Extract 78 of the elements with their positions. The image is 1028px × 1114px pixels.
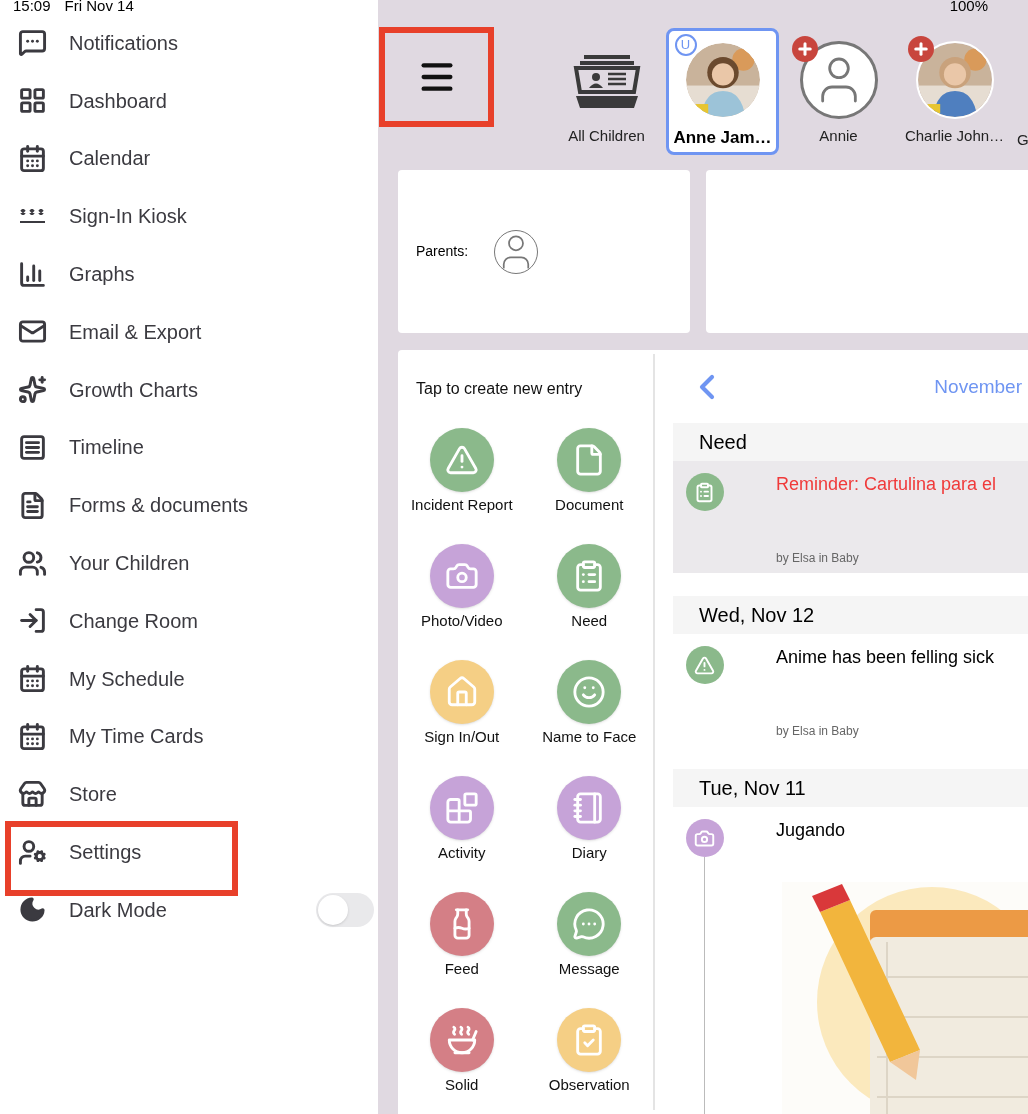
sidebar-item[interactable]: Forms & documents xyxy=(18,490,248,521)
child-tab[interactable]: All Children xyxy=(550,28,663,155)
battery-text: 100% xyxy=(949,0,988,16)
entry-type-button[interactable]: Name to Face xyxy=(525,660,653,769)
entry-title: Jugando xyxy=(776,819,847,842)
clipboard-icon xyxy=(694,481,715,503)
sidebar-item[interactable]: My Time Cards xyxy=(18,721,204,752)
sidebar-item[interactable]: Email & Export xyxy=(18,316,202,347)
entry-type-button[interactable]: Photo/Video xyxy=(398,544,526,653)
sidebar-item[interactable]: Notifications xyxy=(18,27,178,58)
sidebar-item[interactable]: Graphs xyxy=(18,259,135,290)
entry-type-button[interactable]: Observation xyxy=(525,1008,653,1114)
sparkle-icon xyxy=(18,375,47,405)
entry-byline: by Elsa in Baby xyxy=(776,550,860,567)
user-badge: U xyxy=(674,34,697,56)
timeline-entry[interactable]: Reminder: Cartulina para el by Elsa in Baby xyxy=(673,461,1028,573)
sidebar-item[interactable]: My Schedule xyxy=(18,663,185,694)
grid-icon xyxy=(18,86,47,116)
section-header: Tue, Nov 11 xyxy=(673,769,1028,807)
status-date: Fri Nov 14 xyxy=(64,0,134,16)
entry-type-button[interactable]: Message xyxy=(525,892,653,1001)
plus-badge-icon xyxy=(791,36,818,62)
sidebar-item[interactable]: Calendar xyxy=(18,143,151,174)
child-name: All Children xyxy=(568,126,645,146)
sidebar-item[interactable]: Growth Charts xyxy=(18,374,198,405)
month-title: November xyxy=(934,374,1022,399)
smiley-icon xyxy=(572,675,607,709)
blocks-icon xyxy=(444,791,479,825)
entry-title: Anime has been felling sick xyxy=(776,646,996,669)
sidebar-item[interactable]: Your Children xyxy=(18,548,190,579)
document-icon xyxy=(18,490,47,520)
child-name: G xyxy=(1017,130,1028,150)
list-square-icon xyxy=(18,432,47,462)
child-tab[interactable]: Charlie John… xyxy=(898,28,1011,155)
warning-icon xyxy=(694,654,715,676)
entry-type-button[interactable]: Diary xyxy=(525,776,653,885)
menu-button[interactable] xyxy=(379,27,494,127)
new-entry-title: Tap to create new entry xyxy=(415,379,584,399)
child-tab[interactable]: Annie xyxy=(782,28,895,155)
section-header: Need xyxy=(673,423,1028,461)
enter-icon xyxy=(18,606,47,636)
entry-byline: by Elsa in Baby xyxy=(776,723,860,740)
calendar-icon xyxy=(18,664,47,694)
section-header: Wed, Nov 12 xyxy=(673,596,1028,634)
sidebar-item[interactable]: Change Room xyxy=(18,605,198,636)
moon-icon xyxy=(18,895,47,925)
plus-badge-icon xyxy=(907,36,934,62)
child-name: Charlie John… xyxy=(904,126,1005,146)
people-icon xyxy=(18,548,47,578)
child-name: Anne Jam… xyxy=(673,127,772,149)
sidebar-item[interactable]: Store xyxy=(18,779,117,810)
child-tab[interactable]: G xyxy=(1014,28,1028,155)
chat-icon xyxy=(18,28,47,58)
sidebar-item[interactable]: Dashboard xyxy=(18,85,167,116)
warning-icon xyxy=(444,443,479,477)
child-name: Annie xyxy=(819,126,858,146)
bar-chart-icon xyxy=(18,259,47,289)
dark-mode-label: Dark Mode xyxy=(69,897,167,923)
entry-type-button[interactable]: Activity xyxy=(398,776,526,885)
sidebar-item[interactable]: Sign-In Kiosk xyxy=(18,201,187,232)
entry-type-button[interactable]: Sign In/Out xyxy=(398,660,526,769)
store-icon xyxy=(18,779,47,809)
speech-bubble-icon xyxy=(572,907,607,941)
entry-type-button[interactable]: Feed xyxy=(398,892,526,1001)
sidebar-item[interactable]: Timeline xyxy=(18,432,144,463)
calendar-icon xyxy=(18,721,47,751)
entry-title: Reminder: Cartulina para el xyxy=(776,473,998,496)
entry-type-button[interactable]: Incident Report xyxy=(398,428,526,537)
status-time: 15:09 xyxy=(13,0,51,16)
parents-label: Parents: xyxy=(416,242,469,261)
dark-mode-toggle[interactable] xyxy=(316,892,374,927)
user-gear-icon xyxy=(18,837,47,867)
sidebar-item[interactable]: Settings xyxy=(18,837,142,868)
entry-type-button[interactable]: Solid xyxy=(398,1008,526,1114)
entry-type-button[interactable]: Need xyxy=(525,544,653,653)
calendar-icon xyxy=(18,144,47,173)
child-tab[interactable]: U Anne Jam… xyxy=(666,28,779,155)
entry-type-button[interactable]: Document xyxy=(525,428,653,537)
